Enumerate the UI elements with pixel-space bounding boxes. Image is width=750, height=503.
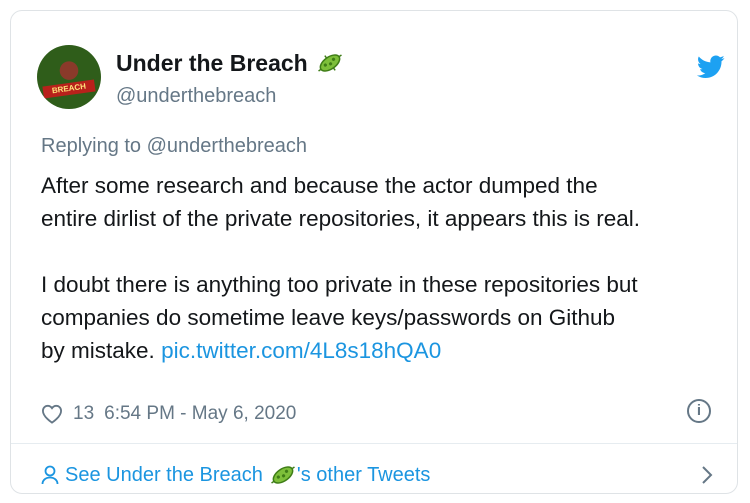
avatar-logo-text: BREACH bbox=[42, 79, 96, 99]
author-handle[interactable]: @underthebreach bbox=[116, 85, 276, 108]
person-icon bbox=[41, 465, 59, 485]
divider bbox=[11, 443, 737, 444]
footer-prefix[interactable]: See Under the Breach bbox=[65, 464, 263, 487]
see-other-tweets-link[interactable]: See Under the Breach 's other Tweets bbox=[41, 461, 430, 489]
author-name-row[interactable]: Under the Breach bbox=[116, 49, 344, 77]
avatar[interactable]: BREACH bbox=[37, 45, 101, 109]
info-icon[interactable]: i bbox=[687, 399, 711, 423]
tweet-text-line: entire dirlist of the private repositori… bbox=[41, 206, 641, 231]
tweet-meta: 13 6:54 PM - May 6, 2020 bbox=[41, 403, 296, 425]
media-link[interactable]: pic.twitter.com/4L8s18hQA0 bbox=[161, 338, 441, 363]
virus-emoji-icon bbox=[271, 466, 295, 484]
heart-icon[interactable] bbox=[41, 404, 63, 424]
tweet-card[interactable]: BREACH Under the Breach @underthebreach … bbox=[10, 10, 738, 494]
tweet-text-line: companies do sometime leave keys/passwor… bbox=[41, 305, 616, 330]
footer-suffix[interactable]: 's other Tweets bbox=[297, 464, 431, 487]
reply-prefix: Replying to bbox=[41, 135, 142, 157]
tweet-text: After some research and because the acto… bbox=[41, 169, 731, 367]
twitter-bird-icon[interactable] bbox=[697, 55, 725, 79]
like-count[interactable]: 13 bbox=[73, 403, 94, 425]
tweet-text-line: I doubt there is anything too private in… bbox=[41, 272, 638, 297]
tweet-text-fragment: by mistake. bbox=[41, 338, 155, 363]
reply-handle-link[interactable]: @underthebreach bbox=[147, 135, 307, 157]
tweet-text-line: After some research and because the acto… bbox=[41, 173, 598, 198]
tweet-text-line: by mistake. pic.twitter.com/4L8s18hQA0 bbox=[41, 334, 731, 367]
author-name[interactable]: Under the Breach bbox=[116, 50, 308, 77]
replying-to: Replying to @underthebreach bbox=[41, 135, 307, 158]
virus-emoji-icon bbox=[317, 54, 342, 72]
timestamp[interactable]: 6:54 PM - May 6, 2020 bbox=[104, 403, 296, 425]
chevron-right-icon[interactable] bbox=[699, 463, 715, 487]
